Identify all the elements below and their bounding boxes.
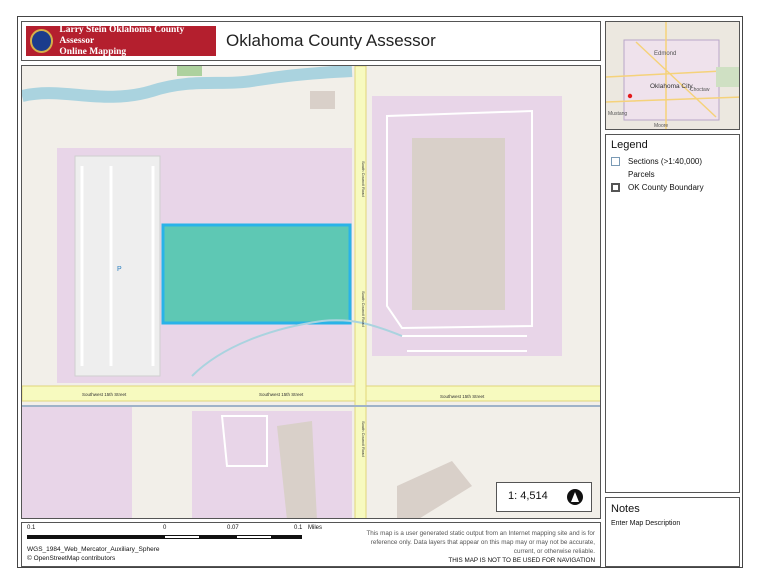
place-label: Moore: [654, 123, 668, 129]
parking-label: P: [117, 266, 122, 273]
overview-map[interactable]: Edmond Oklahoma City Choctaw Mustang Moo…: [605, 21, 740, 130]
map-scale: 1: 4,514: [508, 490, 548, 502]
disclaimer-text: This map is a user generated static outp…: [366, 530, 595, 555]
selected-parcel[interactable]: [161, 223, 352, 325]
legend-item-county-boundary: OK County Boundary: [611, 183, 704, 192]
sections-symbol-icon: [611, 157, 620, 166]
navigation-warning: THIS MAP IS NOT TO BE USED FOR NAVIGATIO…: [448, 557, 595, 564]
assessor-logo: Larry Stein Oklahoma County Assessor Onl…: [26, 25, 216, 58]
location-marker: [627, 93, 633, 99]
projection-text: WGS_1984_Web_Mercator_Auxiliary_Sphere: [27, 546, 160, 553]
legend-label: OK County Boundary: [628, 183, 704, 192]
attribution-text: © OpenStreetMap contributors: [27, 555, 116, 562]
street-label: South Council Road: [361, 161, 366, 197]
legend-panel: Legend Sections (>1:40,000) Parcels OK C…: [605, 134, 740, 493]
header: Larry Stein Oklahoma County Assessor Onl…: [21, 21, 601, 61]
scalebar-segment: [272, 535, 302, 539]
park-area: [177, 66, 202, 76]
street-label: Southwest 15th Street: [440, 394, 485, 399]
scalebar-label: 0.07: [227, 525, 239, 531]
place-label: Choctaw: [690, 87, 710, 93]
scale-box: 1: 4,514: [496, 482, 592, 512]
logo-line-1: Larry Stein Oklahoma County Assessor: [59, 24, 185, 46]
place-label: Oklahoma City: [650, 83, 693, 90]
county-seal-icon: [30, 29, 54, 53]
disclaimer: This map is a user generated static outp…: [365, 529, 595, 565]
parcel-south: [192, 411, 352, 518]
small-building: [310, 91, 335, 109]
scalebar-label: 0: [163, 525, 167, 531]
legend-item-sections: Sections (>1:40,000): [611, 157, 702, 166]
logo-line-2: Online Mapping: [59, 46, 127, 57]
street-label: South Council Road: [361, 291, 366, 327]
street-label: South Council Road: [361, 421, 366, 457]
retail-building: [412, 138, 505, 310]
main-map[interactable]: P Southwest 15th Street Southwest 15th S…: [21, 65, 601, 519]
legend-title: Legend: [611, 139, 648, 151]
page-title: Oklahoma County Assessor: [226, 31, 436, 50]
street-label: Southwest 15th Street: [259, 392, 304, 397]
notes-title: Notes: [611, 503, 640, 515]
scalebar-segment: [27, 535, 164, 539]
legend-label: Parcels: [628, 170, 655, 179]
street-label: Southwest 15th Street: [82, 392, 127, 397]
north-arrow-icon: [567, 489, 583, 505]
scalebar-label: 0.1: [294, 525, 303, 531]
place-label: Mustang: [608, 111, 627, 117]
parcels-symbol-icon: [611, 170, 620, 179]
notes-text: Enter Map Description: [611, 520, 681, 527]
scalebar-units: Miles: [308, 525, 323, 531]
legend-item-parcels: Parcels: [611, 170, 655, 179]
map-canvas[interactable]: P Southwest 15th Street Southwest 15th S…: [22, 66, 601, 519]
scalebar-segment: [236, 535, 272, 539]
scalebar-segment: [164, 535, 200, 539]
county-boundary-symbol-icon: [611, 183, 620, 192]
scalebar-label: 0.1: [27, 525, 36, 531]
overview-canvas: Edmond Oklahoma City Choctaw Mustang Moo…: [606, 22, 739, 129]
legend-label: Sections (>1:40,000): [628, 157, 703, 166]
logo-text: Larry Stein Oklahoma County Assessor Onl…: [59, 25, 216, 58]
parcel-sw: [22, 406, 132, 518]
notes-panel: Notes Enter Map Description: [605, 497, 740, 567]
scalebar-segment: [200, 535, 236, 539]
place-label: Edmond: [654, 51, 676, 57]
footer: 0.1 0 0.07 0.1 Miles WGS_1984_Web_Mercat…: [21, 522, 601, 567]
